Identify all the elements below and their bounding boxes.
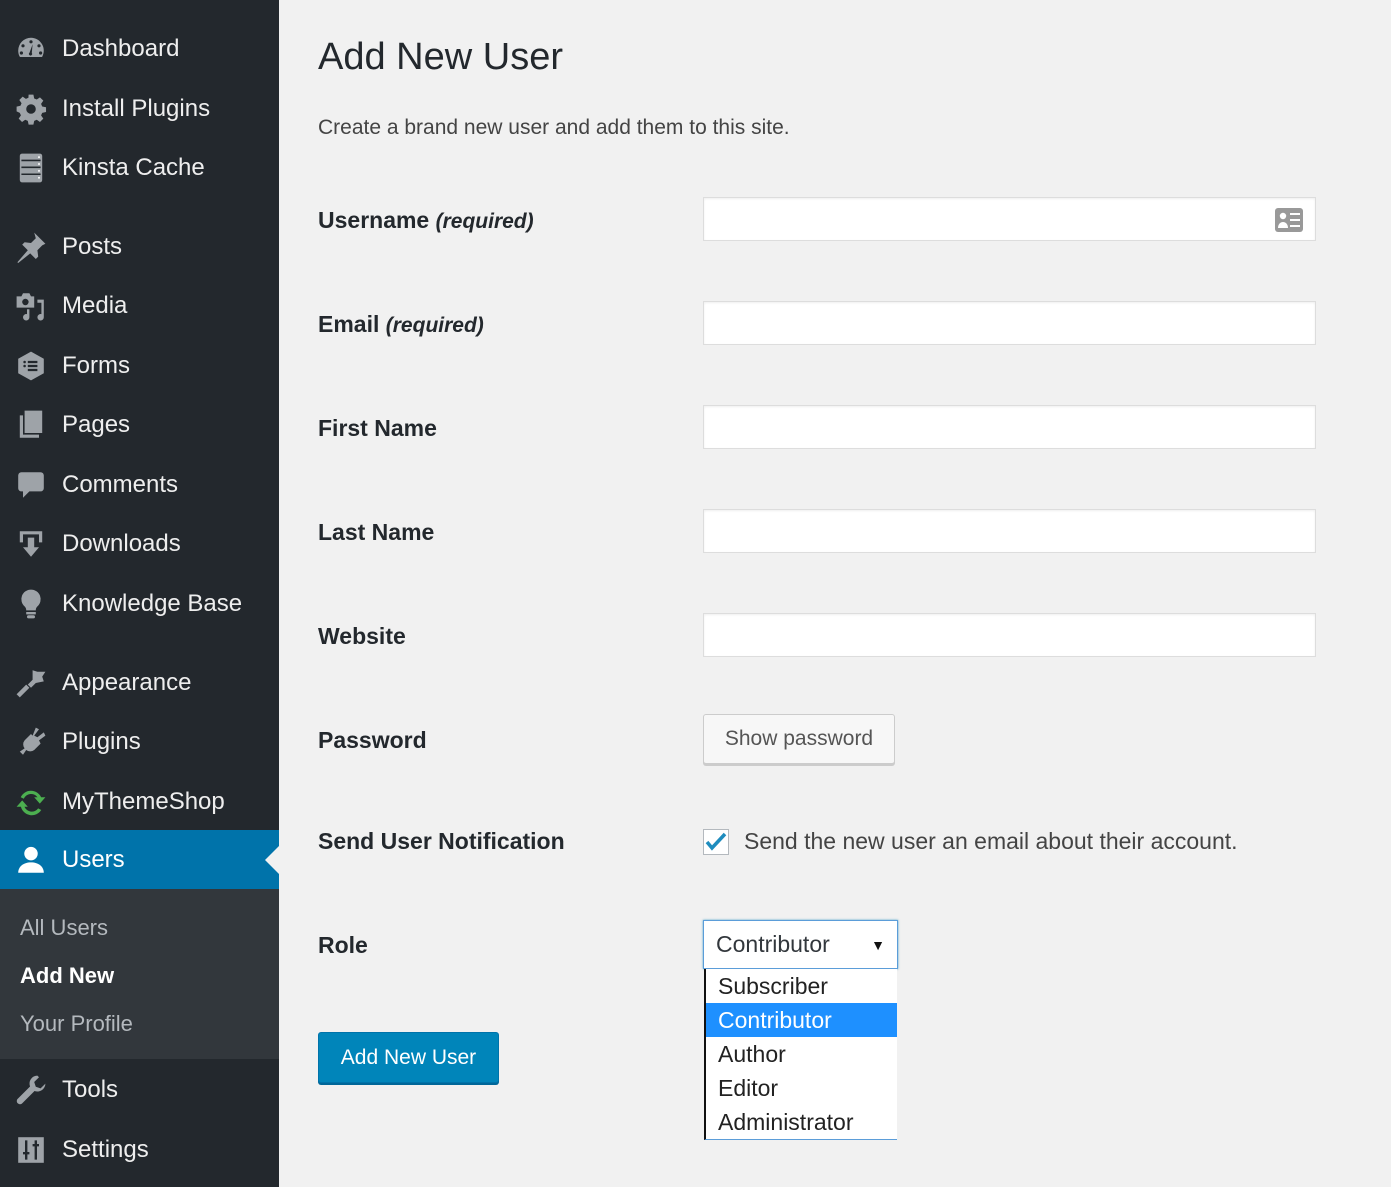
menu-item-knowledge-base[interactable]: Knowledge Base (0, 574, 279, 633)
menu-label: Tools (62, 1075, 119, 1103)
menu-item-downloads[interactable]: Downloads (0, 514, 279, 573)
menu-label: Install Plugins (62, 94, 211, 122)
role-option-author[interactable]: Author (706, 1037, 897, 1071)
role-dropdown-list: Subscriber Contributor Author Editor Adm… (704, 969, 897, 1140)
submenu-add-new[interactable]: Add New (20, 963, 114, 989)
menu-item-tools[interactable]: Tools (0, 1060, 279, 1119)
required-note: (required) (435, 210, 534, 233)
contact-card-icon[interactable] (1275, 208, 1303, 232)
dashboard-icon (14, 32, 48, 66)
menu-item-settings[interactable]: Settings (0, 1120, 279, 1179)
menu-label: Plugins (62, 727, 141, 755)
password-label: Password (318, 727, 427, 753)
menu-item-media[interactable]: Media (0, 276, 279, 335)
menu-item-pages[interactable]: Pages (0, 395, 279, 454)
admin-sidebar: Dashboard Install Plugins Kinsta Cache P… (0, 0, 279, 1187)
dropdown-arrow-icon: ▼ (871, 936, 885, 953)
send-notification-checkbox[interactable] (703, 829, 729, 855)
menu-item-users[interactable]: Users (0, 830, 279, 889)
label-text: Email (318, 311, 380, 337)
comment-icon (14, 468, 48, 502)
wrench-icon (14, 1073, 48, 1107)
username-label: Username (required) (318, 207, 534, 234)
add-new-user-button[interactable]: Add New User (318, 1032, 499, 1083)
role-option-editor[interactable]: Editor (706, 1071, 897, 1105)
last-name-label: Last Name (318, 519, 435, 545)
menu-item-kinsta-cache[interactable]: Kinsta Cache (0, 138, 279, 197)
role-option-contributor[interactable]: Contributor (706, 1003, 897, 1037)
menu-label: Users (62, 845, 125, 873)
menu-item-comments[interactable]: Comments (0, 455, 279, 514)
pages-icon (14, 408, 48, 442)
notification-checkbox-label[interactable]: Send the new user an email about their a… (744, 828, 1238, 855)
menu-label: Posts (62, 232, 123, 260)
menu-label: Downloads (62, 529, 181, 557)
forms-icon (14, 349, 48, 383)
last-name-input[interactable] (704, 510, 1315, 552)
last-name-field[interactable] (703, 509, 1316, 553)
website-label: Website (318, 623, 406, 649)
menu-label: Settings (62, 1135, 149, 1163)
menu-item-dashboard[interactable]: Dashboard (0, 19, 279, 78)
role-select[interactable]: Contributor ▼ (703, 920, 898, 969)
menu-item-forms[interactable]: Forms (0, 336, 279, 395)
checkmark-icon (705, 832, 727, 851)
download-icon (14, 527, 48, 561)
show-password-button[interactable]: Show password (703, 714, 895, 764)
submenu-your-profile[interactable]: Your Profile (20, 1011, 133, 1037)
menu-label: MyThemeShop (62, 787, 225, 815)
menu-label: Appearance (62, 668, 192, 696)
server-icon (14, 151, 48, 185)
menu-label: Kinsta Cache (62, 153, 205, 181)
website-field[interactable] (703, 613, 1316, 657)
email-field[interactable] (703, 301, 1316, 345)
email-label: Email (required) (318, 311, 484, 338)
notification-label: Send User Notification (318, 828, 565, 854)
users-submenu: All Users Add New Your Profile (0, 889, 279, 1059)
username-input[interactable] (704, 198, 1315, 240)
sliders-icon (14, 1133, 48, 1167)
menu-item-appearance[interactable]: Appearance (0, 653, 279, 712)
menu-label: Comments (62, 470, 179, 498)
plug-icon (14, 725, 48, 759)
menu-label: Forms (62, 351, 130, 379)
submenu-all-users[interactable]: All Users (20, 915, 108, 941)
username-field[interactable] (703, 197, 1316, 241)
lightbulb-icon (14, 587, 48, 621)
menu-label: Dashboard (62, 34, 180, 62)
media-icon (14, 289, 48, 323)
role-option-subscriber[interactable]: Subscriber (706, 969, 897, 1003)
first-name-input[interactable] (704, 406, 1315, 448)
pushpin-icon (14, 230, 48, 264)
user-icon (14, 843, 48, 877)
menu-item-plugins[interactable]: Plugins (0, 712, 279, 771)
menu-label: Pages (62, 410, 131, 438)
menu-label: Knowledge Base (62, 589, 243, 617)
required-note: (required) (385, 314, 484, 337)
page-description: Create a brand new user and add them to … (318, 116, 790, 139)
menu-label: Media (62, 291, 128, 319)
label-text: Username (318, 207, 430, 233)
gear-icon (14, 92, 48, 126)
page-title: Add New User (318, 36, 563, 78)
website-input[interactable] (704, 614, 1315, 656)
email-input[interactable] (704, 302, 1315, 344)
menu-item-install-plugins[interactable]: Install Plugins (0, 79, 279, 138)
role-selected-value: Contributor (716, 931, 830, 957)
menu-item-mythemeshop[interactable]: MyThemeShop (0, 772, 279, 831)
first-name-field[interactable] (703, 405, 1316, 449)
role-option-administrator[interactable]: Administrator (706, 1105, 897, 1139)
first-name-label: First Name (318, 415, 437, 441)
menu-item-posts[interactable]: Posts (0, 217, 279, 276)
refresh-icon (14, 785, 48, 819)
role-label: Role (318, 932, 368, 958)
paintbrush-icon (14, 666, 48, 700)
